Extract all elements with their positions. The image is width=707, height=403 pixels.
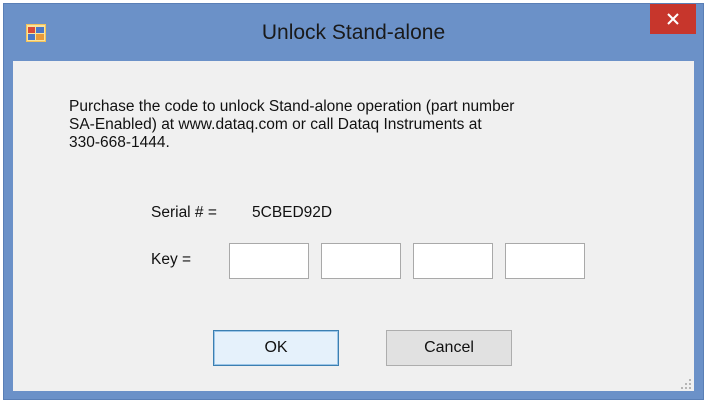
- dialog-body: Purchase the code to unlock Stand-alone …: [13, 61, 694, 391]
- dialog-window: Unlock Stand-alone Purchase the code to …: [3, 3, 704, 400]
- ok-button[interactable]: OK: [213, 330, 339, 366]
- key-field-4[interactable]: [505, 243, 585, 279]
- close-icon: [667, 13, 679, 25]
- serial-label: Serial # =: [151, 204, 217, 221]
- instructions-line-2: SA-Enabled) at www.dataq.com or call Dat…: [69, 116, 482, 133]
- close-button[interactable]: [650, 4, 696, 34]
- instructions-line-1: Purchase the code to unlock Stand-alone …: [69, 98, 515, 115]
- key-field-1[interactable]: [229, 243, 309, 279]
- instructions-line-3: 330-668-1444.: [69, 134, 170, 151]
- cancel-button[interactable]: Cancel: [386, 330, 512, 366]
- key-label: Key =: [151, 251, 192, 268]
- resize-grip-icon[interactable]: [680, 377, 692, 389]
- window-title: Unlock Stand-alone: [261, 21, 446, 44]
- key-field-2[interactable]: [321, 243, 401, 279]
- serial-value: 5CBED92D: [252, 204, 333, 221]
- key-field-3[interactable]: [413, 243, 493, 279]
- instructions-text: Purchase the code to unlock Stand-alone …: [69, 98, 629, 152]
- title-bar[interactable]: Unlock Stand-alone: [4, 4, 703, 61]
